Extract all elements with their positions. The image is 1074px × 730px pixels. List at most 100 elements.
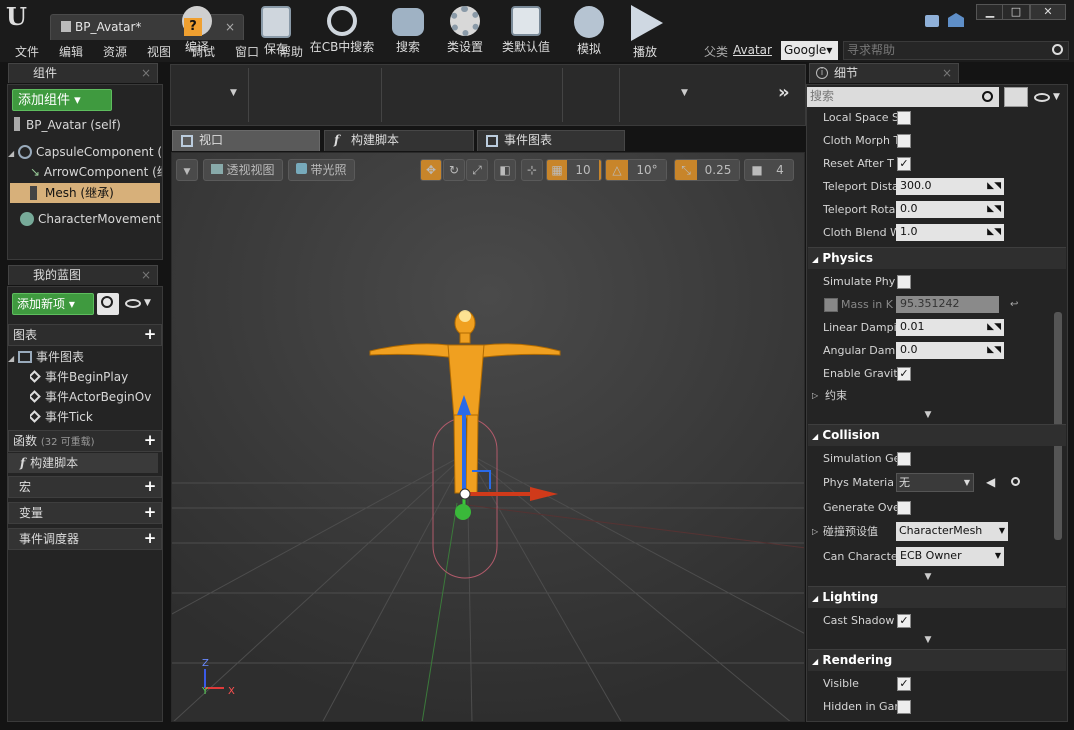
maximize-button[interactable]: □ bbox=[1002, 4, 1030, 20]
component-item-movement[interactable]: CharacterMovement (继 bbox=[8, 209, 162, 229]
search-icon[interactable] bbox=[982, 91, 993, 102]
tab-my-blueprint[interactable]: 我的蓝图 × bbox=[8, 265, 158, 285]
event-item[interactable]: 事件Tick bbox=[30, 407, 152, 427]
prop-number-field[interactable]: 0.0 ◣◥ bbox=[896, 201, 1004, 218]
prop-number-field[interactable]: 0.01 ◣◥ bbox=[896, 319, 1004, 336]
tab-event-graph[interactable]: 事件图表 bbox=[477, 130, 625, 151]
compile-button[interactable]: ? 编译 bbox=[174, 2, 220, 60]
surface-snap-button[interactable]: ⊹ bbox=[521, 159, 543, 181]
list-view-icon[interactable] bbox=[1004, 87, 1028, 107]
rotation-snap-button[interactable]: △ 10° bbox=[605, 159, 667, 181]
prop-checkbox-checked[interactable]: ✓ bbox=[897, 614, 911, 628]
panel-close-icon[interactable]: × bbox=[942, 64, 952, 82]
prop-checkbox[interactable] bbox=[897, 275, 911, 289]
lighting-section-header[interactable]: ◢ Lighting bbox=[808, 586, 1066, 608]
add-new-button[interactable]: 添加新项 ▾ bbox=[12, 293, 94, 315]
menu-edit[interactable]: 编辑 bbox=[59, 43, 83, 60]
add-component-button[interactable]: 添加组件 ▾ bbox=[12, 89, 112, 111]
physics-section-header[interactable]: ◢ Physics bbox=[808, 247, 1066, 269]
advanced-expand-icon[interactable]: ▼ bbox=[808, 634, 1048, 646]
compile-options-chevron-icon[interactable]: ▼ bbox=[230, 88, 237, 98]
dispatchers-category[interactable]: 事件调度器 + bbox=[8, 528, 162, 550]
tab-close-icon[interactable]: × bbox=[225, 15, 235, 39]
add-graph-icon[interactable]: + bbox=[143, 327, 157, 342]
event-graph-item[interactable]: ◢ 事件图表 bbox=[8, 347, 160, 367]
viewport-scene[interactable] bbox=[172, 153, 805, 722]
search-toggle-button[interactable] bbox=[97, 293, 119, 315]
add-variable-icon[interactable]: + bbox=[143, 505, 157, 520]
advanced-expand-icon[interactable]: ▼ bbox=[808, 571, 1048, 583]
rendering-section-header[interactable]: ◢ Rendering bbox=[808, 649, 1066, 671]
prop-number-field[interactable]: 0.0 ◣◥ bbox=[896, 342, 1004, 359]
panel-close-icon[interactable]: × bbox=[141, 266, 151, 284]
component-item-arrow[interactable]: ↘ ArrowComponent (继 bbox=[30, 162, 162, 182]
functions-category[interactable]: 函数 (32 可重载) + bbox=[8, 430, 162, 452]
grid-snap-button[interactable]: ▦ 10 bbox=[546, 159, 602, 181]
menu-file[interactable]: 文件 bbox=[15, 43, 39, 60]
prop-checkbox-checked[interactable]: ✓ bbox=[897, 367, 911, 381]
add-macro-icon[interactable]: + bbox=[143, 479, 157, 494]
panel-close-icon[interactable]: × bbox=[141, 64, 151, 82]
parent-class-link[interactable]: Avatar bbox=[733, 43, 772, 57]
perspective-button[interactable]: 透视视图 bbox=[203, 159, 283, 181]
camera-speed-button[interactable]: ■ 4 bbox=[744, 159, 794, 181]
event-item[interactable]: 事件ActorBeginOv bbox=[30, 387, 152, 407]
feedback-icon[interactable] bbox=[925, 15, 939, 27]
variables-category[interactable]: 变量 + bbox=[8, 502, 162, 524]
prop-constraints[interactable]: ▷ 约束 bbox=[808, 384, 1066, 407]
browse-search-icon[interactable] bbox=[1011, 477, 1020, 486]
view-options-eye-icon[interactable] bbox=[1034, 93, 1050, 102]
minimize-button[interactable]: ▁ bbox=[976, 4, 1004, 20]
construction-script-item[interactable]: f 构建脚本 bbox=[8, 453, 158, 473]
tab-construction-script[interactable]: f 构建脚本 bbox=[324, 130, 474, 151]
play-button[interactable]: 播放 bbox=[623, 2, 667, 60]
class-defaults-button[interactable]: 类默认值 bbox=[498, 2, 554, 60]
chevron-down-icon[interactable]: ▼ bbox=[144, 298, 151, 308]
reset-arrow-icon[interactable]: ↩ bbox=[1010, 293, 1018, 316]
search-button[interactable]: 搜索 bbox=[386, 2, 430, 60]
event-item[interactable]: 事件BeginPlay bbox=[30, 367, 152, 387]
add-function-icon[interactable]: + bbox=[143, 433, 157, 448]
graphs-category[interactable]: 图表 + bbox=[8, 324, 162, 346]
tab-viewport[interactable]: 视口 bbox=[172, 130, 320, 151]
close-button[interactable]: ✕ bbox=[1030, 4, 1066, 20]
rotate-mode-button[interactable]: ↻ bbox=[443, 159, 465, 181]
scale-snap-button[interactable]: ⤡ 0.25 bbox=[674, 159, 740, 181]
menu-asset[interactable]: 资源 bbox=[103, 43, 127, 60]
prop-checkbox-checked[interactable]: ✓ bbox=[897, 157, 911, 171]
component-item-mesh[interactable]: Mesh (继承) bbox=[10, 183, 160, 203]
viewport[interactable]: Z Y X ▼ 透视视图 带光照 ✥ ↻ ⤢ ◧ ⊹ ▦ 10 △ 10° ⤡ 0.2… bbox=[171, 152, 805, 722]
tab-details[interactable]: i 细节 × bbox=[809, 63, 959, 83]
tab-components[interactable]: 组件 × bbox=[8, 63, 158, 83]
world-space-button[interactable]: ◧ bbox=[494, 159, 516, 181]
use-selected-arrow-icon[interactable]: ◀ bbox=[986, 471, 995, 494]
prop-checkbox[interactable] bbox=[897, 452, 911, 466]
save-button[interactable]: 保存 bbox=[254, 2, 298, 60]
lit-mode-button[interactable]: 带光照 bbox=[288, 159, 355, 181]
details-search-input[interactable]: 搜索 bbox=[807, 87, 999, 107]
prop-checkbox-checked[interactable]: ✓ bbox=[897, 677, 911, 691]
component-item-capsule[interactable]: ◢ CapsuleComponent (继 bbox=[8, 142, 162, 162]
help-search-input[interactable]: 寻求帮助 bbox=[843, 41, 1069, 60]
collision-preset-dropdown[interactable]: CharacterMesh ▼ bbox=[896, 522, 1008, 541]
macros-category[interactable]: 宏 + bbox=[8, 476, 162, 498]
prop-checkbox[interactable] bbox=[897, 111, 911, 125]
find-in-cb-button[interactable]: 在CB中搜索 bbox=[306, 2, 378, 60]
class-settings-button[interactable]: 类设置 bbox=[441, 2, 489, 60]
prop-checkbox[interactable] bbox=[897, 134, 911, 148]
prop-number-field[interactable]: 1.0 ◣◥ bbox=[896, 224, 1004, 241]
viewport-options-button[interactable]: ▼ bbox=[176, 159, 198, 181]
add-dispatcher-icon[interactable]: + bbox=[143, 531, 157, 546]
prop-checkbox[interactable] bbox=[897, 700, 911, 714]
view-options-eye-icon[interactable] bbox=[125, 299, 141, 308]
search-icon[interactable] bbox=[1052, 44, 1063, 55]
collision-section-header[interactable]: ◢ Collision bbox=[808, 424, 1066, 446]
chevron-down-icon[interactable]: ▼ bbox=[1053, 92, 1060, 102]
translate-mode-button[interactable]: ✥ bbox=[420, 159, 442, 181]
prop-checkbox[interactable] bbox=[897, 501, 911, 515]
advanced-expand-icon[interactable]: ▼ bbox=[808, 409, 1048, 421]
simulate-button[interactable]: 模拟 bbox=[567, 2, 611, 60]
toolbar-overflow-icon[interactable]: » bbox=[778, 82, 790, 103]
mass-override-checkbox[interactable] bbox=[824, 298, 838, 312]
menu-view[interactable]: 视图 bbox=[147, 43, 171, 60]
